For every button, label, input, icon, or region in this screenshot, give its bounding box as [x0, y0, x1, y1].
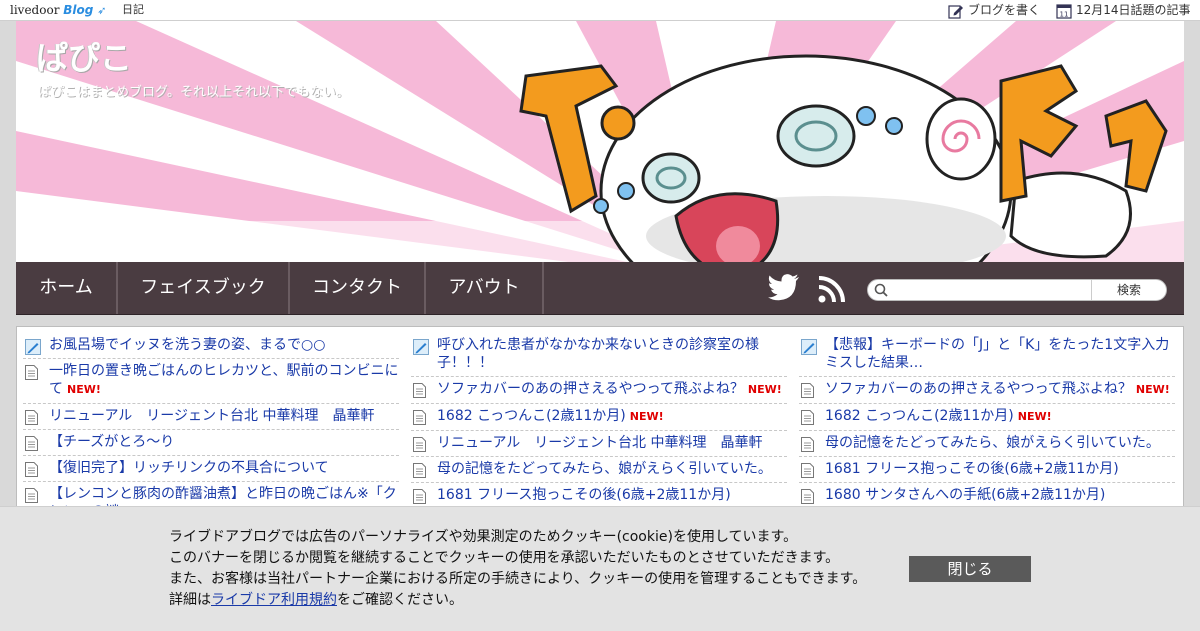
link-text: 1680 サンタさんへの手紙(6歳+2歳11か月) — [825, 487, 1106, 503]
links-column-2: 呼び入れた患者がなかなか来ないときの診察室の様子！！！ ソファカバーのあの押さえる… — [411, 333, 787, 509]
link-text: 1681 フリース抱っこその後(6歳+2歳11か月) — [437, 487, 731, 503]
cookie-banner: ライブドアブログでは広告のパーソナライズや効果測定のためクッキー(cookie)… — [0, 506, 1200, 631]
calendar-day: 11 — [1060, 10, 1069, 18]
twitter-icon[interactable] — [768, 273, 800, 301]
link-text: 【悲報】キーボードの「J」と「K」をたった1文字入力ミスした結果… — [825, 337, 1170, 371]
cookie-line-3: また、お客様は当社パートナー企業における所定の手続きにより、クッキーの使用を管理… — [169, 571, 867, 587]
header-banner: ぱぴこ ぱぴこはまとめブログ。それ以上それ以下でもない。 — [16, 21, 1184, 262]
link-text: ソファカバーのあの押さえるやつって飛ぶよね？ — [437, 381, 744, 397]
link-text: 呼び入れた患者がなかなか来ないときの診察室の様子！！！ — [437, 337, 759, 371]
link-text: 1682 こっつんこ(2歳11か月) — [825, 408, 1014, 424]
nav-facebook[interactable]: フェイスブック — [118, 262, 290, 314]
livedoor-blog-logo[interactable]: livedoor Blog ➶ — [10, 0, 106, 21]
link-item[interactable]: ソファカバーのあの押さえるやつって飛ぶよね？ NEW! — [411, 377, 787, 404]
pen-icon — [801, 339, 817, 360]
blog-title[interactable]: ぱぴこ — [36, 33, 132, 79]
pen-icon — [25, 339, 41, 360]
link-item[interactable]: 【チーズがとろ～り — [23, 430, 399, 456]
write-blog-label: ブログを書く — [968, 3, 1041, 17]
diary-link[interactable]: 日記 — [122, 0, 144, 20]
link-item[interactable]: 1682 こっつんこ(2歳11か月) NEW! — [799, 404, 1175, 431]
rss-icon[interactable] — [818, 275, 846, 303]
link-item[interactable]: ソファカバーのあの押さえるやつって飛ぶよね？ NEW! — [799, 377, 1175, 404]
document-icon — [413, 437, 426, 457]
link-text: 母の記憶をたどってみたら、娘がえらく引いていた。 — [437, 461, 772, 477]
today-topics-label: 12月14日話題の記事 — [1076, 3, 1191, 17]
today-topics-link[interactable]: 11 12月14日話題の記事 — [1056, 0, 1191, 20]
global-nav: ホーム フェイスブック コンタクト アバウト 検索 — [16, 262, 1184, 315]
search-icon — [874, 283, 888, 297]
blog-description: ぱぴこはまとめブログ。それ以上それ以下でもない。 — [38, 85, 349, 100]
document-icon — [25, 462, 38, 482]
link-item[interactable]: 呼び入れた患者がなかなか来ないときの診察室の様子！！！ — [411, 333, 787, 377]
cookie-line-4-prefix: 詳細は — [169, 592, 211, 608]
logo-main-text: livedoor — [10, 3, 60, 17]
link-item[interactable]: 母の記憶をたどってみたら、娘がえらく引いていた。 — [411, 457, 787, 483]
document-icon — [25, 488, 38, 508]
link-text: 【チーズがとろ～り — [49, 434, 175, 450]
link-item[interactable]: 母の記憶をたどってみたら、娘がえらく引いていた。 — [799, 431, 1175, 457]
link-text: 1681 フリース抱っこその後(6歳+2歳11か月) — [825, 461, 1119, 477]
new-badge: NEW! — [67, 383, 101, 396]
links-column-1: お風呂場でイッヌを洗う妻の姿、まるで○○ 一昨日の置き晩ごはんのヒレカツと、駅前の… — [23, 333, 399, 526]
cookie-line-1: ライブドアブログでは広告のパーソナライズや効果測定のためクッキー(cookie)… — [169, 529, 798, 545]
new-badge: NEW! — [1135, 383, 1170, 396]
document-icon — [801, 383, 814, 403]
link-text: 【復旧完了】リッチリンクの不具合について — [49, 460, 329, 476]
cookie-close-button[interactable]: 閉じる — [909, 556, 1031, 582]
links-column-3: 【悲報】キーボードの「J」と「K」をたった1文字入力ミスした結果… ソファカバーの… — [799, 333, 1175, 509]
new-badge: NEW! — [629, 410, 664, 423]
nav-home[interactable]: ホーム — [16, 262, 118, 314]
link-text: リニューアル リージェント台北 中華料理 晶華軒 — [49, 408, 375, 424]
link-text: 1682 こっつんこ(2歳11か月) — [437, 408, 626, 424]
cookie-line-4: 詳細はライブドア利用規約をご確認ください。 — [169, 590, 866, 611]
search-button[interactable]: 検索 — [1092, 280, 1166, 300]
document-icon — [413, 383, 426, 403]
document-icon — [413, 410, 426, 430]
cookie-message: ライブドアブログでは広告のパーソナライズや効果測定のためクッキー(cookie)… — [169, 527, 866, 611]
terms-link[interactable]: ライブドア利用規約 — [211, 592, 337, 608]
document-icon — [25, 436, 38, 456]
feather-icon: ➶ — [97, 4, 107, 17]
new-badge: NEW! — [747, 383, 782, 396]
link-text: リニューアル リージェント台北 中華料理 晶華軒 — [437, 435, 763, 451]
top-bar: livedoor Blog ➶ 日記 ブログを書く 11 12月14日話題の記事 — [0, 0, 1200, 21]
link-text: 一昨日の置き晩ごはんのヒレカツと、駅前のコンビニにて — [49, 363, 399, 397]
document-icon — [801, 437, 814, 457]
document-icon — [25, 410, 38, 430]
link-text: ソファカバーのあの押さえるやつって飛ぶよね？ — [825, 381, 1132, 397]
document-icon — [25, 365, 38, 385]
logo-blog-text: Blog — [63, 3, 94, 17]
search-form: 検索 — [867, 279, 1167, 301]
new-badge: NEW! — [1017, 410, 1052, 423]
link-item[interactable]: お風呂場でイッヌを洗う妻の姿、まるで○○ — [23, 333, 399, 359]
document-icon — [801, 410, 814, 430]
cookie-line-4-suffix: をご確認ください。 — [337, 592, 463, 608]
link-item[interactable]: リニューアル リージェント台北 中華料理 晶華軒 — [411, 431, 787, 457]
link-item[interactable]: リニューアル リージェント台北 中華料理 晶華軒 — [23, 404, 399, 430]
link-item[interactable]: 1681 フリース抱っこその後(6歳+2歳11か月) — [799, 457, 1175, 483]
calendar-icon: 11 — [1056, 3, 1072, 19]
edit-icon — [948, 4, 963, 19]
related-links: お風呂場でイッヌを洗う妻の姿、まるで○○ 一昨日の置き晩ごはんのヒレカツと、駅前の… — [16, 326, 1184, 526]
link-item[interactable]: 一昨日の置き晩ごはんのヒレカツと、駅前のコンビニにて NEW! — [23, 359, 399, 404]
write-blog-link[interactable]: ブログを書く — [948, 0, 1040, 20]
pen-icon — [413, 339, 429, 360]
document-icon — [413, 463, 426, 483]
nav-contact[interactable]: コンタクト — [290, 262, 426, 314]
link-item[interactable]: 【悲報】キーボードの「J」と「K」をたった1文字入力ミスした結果… — [799, 333, 1175, 377]
cookie-line-2: このバナーを閉じるか閲覧を継続することでクッキーの使用を承認いただいたものとさせ… — [169, 550, 840, 566]
link-item[interactable]: 【復旧完了】リッチリンクの不具合について — [23, 456, 399, 482]
nav-about[interactable]: アバウト — [426, 262, 544, 314]
link-text: お風呂場でイッヌを洗う妻の姿、まるで○○ — [49, 337, 326, 353]
header-illustration — [16, 21, 1184, 262]
link-item[interactable]: 1682 こっつんこ(2歳11か月) NEW! — [411, 404, 787, 431]
link-text: 母の記憶をたどってみたら、娘がえらく引いていた。 — [825, 435, 1160, 451]
document-icon — [801, 463, 814, 483]
search-input[interactable] — [892, 281, 1092, 299]
